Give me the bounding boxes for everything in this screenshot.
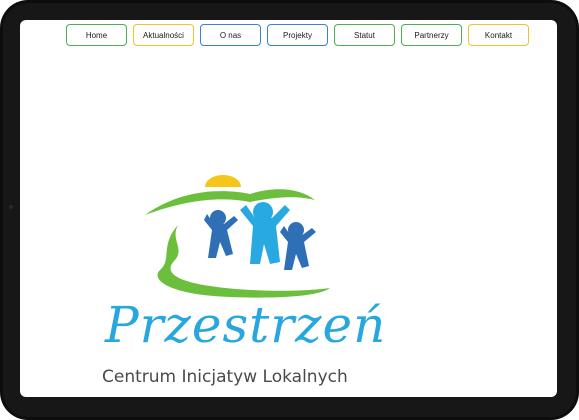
- organization-logo: [100, 170, 390, 395]
- nav-kontakt[interactable]: Kontakt: [468, 24, 529, 46]
- nav-projekty[interactable]: Projekty: [267, 24, 328, 46]
- camera-dot: [9, 205, 13, 209]
- person-right-icon: [280, 222, 316, 270]
- nav-partnerzy[interactable]: Partnerzy: [401, 24, 462, 46]
- nav-home[interactable]: Home: [66, 24, 127, 46]
- hills-icon: [145, 189, 315, 215]
- tablet-frame: Home Aktualności O nas Projekty Statut P…: [0, 0, 579, 420]
- logo-graphic: [145, 175, 330, 298]
- nav-statut[interactable]: Statut: [334, 24, 395, 46]
- sun-icon: [205, 175, 241, 187]
- person-left-icon: [204, 210, 238, 258]
- web-page: Home Aktualności O nas Projekty Statut P…: [20, 20, 557, 397]
- brand-subtitle: Centrum Inicjatyw Lokalnych: [102, 367, 348, 387]
- nav-aktualnosci[interactable]: Aktualności: [133, 24, 194, 46]
- brand-name: Przestrzeń: [105, 296, 387, 354]
- main-navigation: Home Aktualności O nas Projekty Statut P…: [66, 24, 529, 46]
- nav-o-nas[interactable]: O nas: [200, 24, 261, 46]
